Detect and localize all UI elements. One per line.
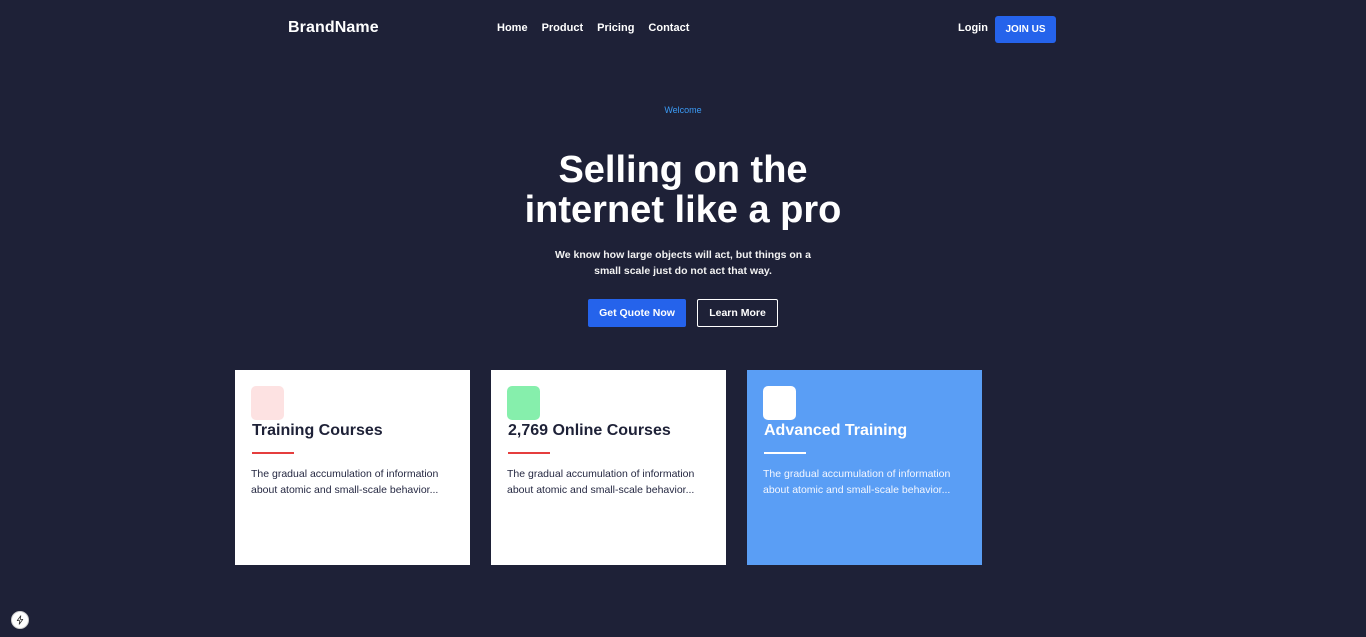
card-divider [764, 452, 806, 454]
login-link[interactable]: Login [958, 22, 988, 34]
nav-link-home[interactable]: Home [497, 22, 528, 34]
card-icon [507, 386, 540, 420]
card-icon [251, 386, 284, 420]
nav-link-pricing[interactable]: Pricing [597, 22, 634, 34]
join-us-button[interactable]: JOIN US [995, 16, 1056, 43]
nav-link-contact[interactable]: Contact [648, 22, 689, 34]
feature-card-training-courses[interactable]: Training Courses The gradual accumulatio… [235, 370, 470, 565]
learn-more-button[interactable]: Learn More [697, 299, 778, 327]
nav-link-product[interactable]: Product [542, 22, 584, 34]
bolt-glyph [16, 615, 24, 625]
card-title: Advanced Training [764, 422, 908, 439]
card-divider [508, 452, 550, 454]
card-description: The gradual accumulation of information … [507, 468, 695, 496]
card-title: 2,769 Online Courses [508, 422, 671, 439]
feature-card-advanced-training[interactable]: Advanced Training The gradual accumulati… [747, 370, 982, 565]
card-description: The gradual accumulation of information … [763, 468, 951, 496]
brand-logo[interactable]: BrandName [288, 19, 379, 37]
hero-title-line-1: Selling on the [558, 149, 808, 191]
hero-title-line-2: internet like a pro [524, 189, 842, 231]
top-navbar: BrandName Home Product Pricing Contact L… [0, 0, 1366, 60]
bolt-icon[interactable] [11, 611, 29, 629]
main-menu: Home Product Pricing Contact [497, 22, 703, 34]
card-icon [763, 386, 796, 420]
hero-eyebrow: Welcome [664, 105, 702, 115]
feature-card-online-courses[interactable]: 2,769 Online Courses The gradual accumul… [491, 370, 726, 565]
get-quote-button[interactable]: Get Quote Now [588, 299, 686, 327]
card-title: Training Courses [252, 422, 383, 439]
card-description: The gradual accumulation of information … [251, 468, 439, 496]
card-divider [252, 452, 294, 454]
hero-subtitle: We know how large objects will act, but … [555, 249, 811, 277]
hero-title: Selling on the internet like a pro [433, 150, 933, 230]
